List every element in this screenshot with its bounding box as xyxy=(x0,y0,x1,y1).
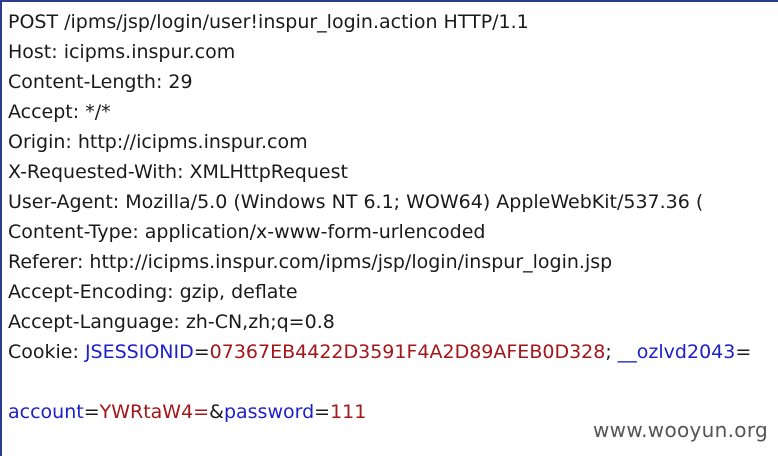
header-host: Host: icipms.inspur.com xyxy=(8,41,236,63)
cookie-equals: = xyxy=(193,341,210,363)
header-user-agent: User-Agent: Mozilla/5.0 (Windows NT 6.1;… xyxy=(8,191,704,213)
cookie-separator: ; xyxy=(605,341,618,363)
header-content-type: Content-Type: application/x-www-form-url… xyxy=(8,221,486,243)
body-value-password: 111 xyxy=(330,401,367,423)
body-equals-2: = xyxy=(314,401,331,423)
cookie-name-jsessionid: JSESSIONID xyxy=(84,341,194,363)
body-ampersand: & xyxy=(209,401,224,423)
header-accept: Accept: */* xyxy=(8,101,111,123)
cookie-label: Cookie: xyxy=(8,341,85,363)
header-content-length: Content-Length: 29 xyxy=(8,71,193,93)
cookie-equals-tail: = xyxy=(735,341,752,363)
cookie-value-jsessionid: 07367EB4422D3591F4A2D89AFEB0D328 xyxy=(209,341,606,363)
request-text: POST /ipms/jsp/login/user!inspur_login.a… xyxy=(8,7,751,427)
body-key-account: account xyxy=(8,401,84,423)
header-origin: Origin: http://icipms.inspur.com xyxy=(8,131,308,153)
header-x-requested-with: X-Requested-With: XMLHttpRequest xyxy=(8,161,348,183)
header-accept-language: Accept-Language: zh-CN,zh;q=0.8 xyxy=(8,311,335,333)
request-line: POST /ipms/jsp/login/user!inspur_login.a… xyxy=(8,11,529,33)
body-equals-1: = xyxy=(83,401,100,423)
body-key-password: password xyxy=(223,401,315,423)
body-value-account: YWRtaW4= xyxy=(99,401,210,423)
header-cookie: Cookie: JSESSIONID=07367EB4422D3591F4A2D… xyxy=(8,337,751,367)
http-request-viewer: POST /ipms/jsp/login/user!inspur_login.a… xyxy=(0,0,778,456)
header-referer: Referer: http://icipms.inspur.com/ipms/j… xyxy=(8,251,613,273)
watermark: www.wooyun.org xyxy=(593,418,768,442)
cookie-name-ozlvd: __ozlvd2043 xyxy=(617,341,736,363)
header-accept-encoding: Accept-Encoding: gzip, deflate xyxy=(8,281,298,303)
